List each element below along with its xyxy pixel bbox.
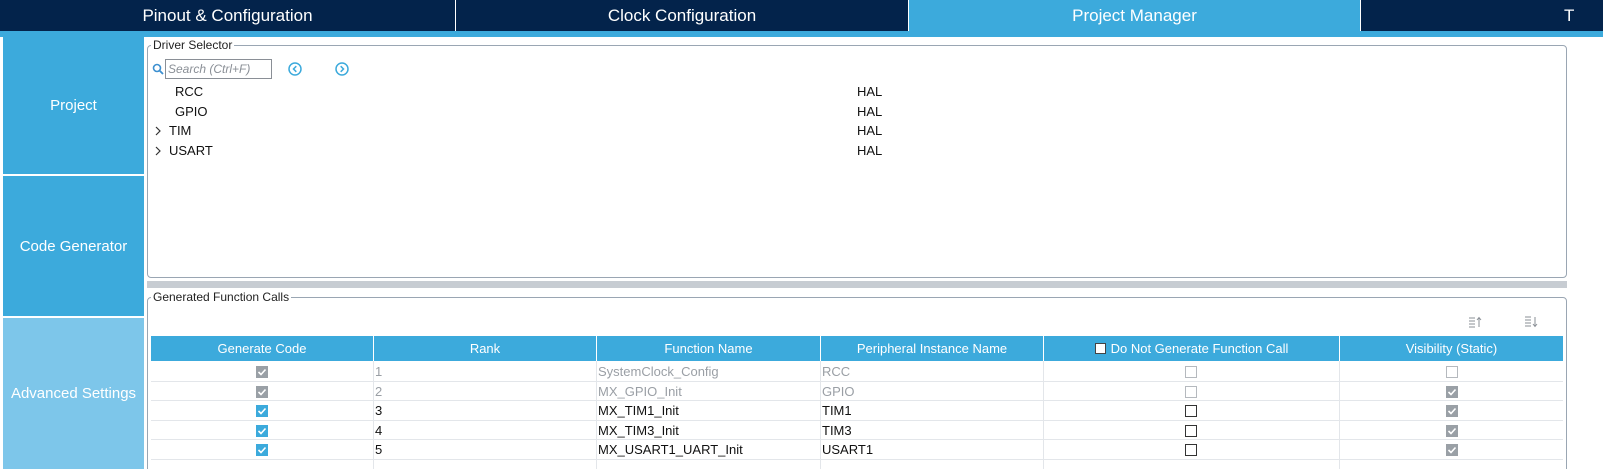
generated-function-calls-title: Generated Function Calls [151, 290, 292, 304]
visibility-static-checkbox[interactable] [1446, 444, 1458, 457]
driver-type-value[interactable]: HAL [857, 122, 882, 140]
sidebar-item-advanced-settings[interactable]: Advanced Settings [3, 318, 144, 469]
column-divider [1043, 361, 1044, 469]
move-down-icon[interactable] [1524, 316, 1538, 328]
generate-code-checkbox[interactable] [256, 366, 268, 378]
tab-project-manager[interactable]: Project Manager [909, 0, 1360, 31]
do-not-generate-checkbox[interactable] [1185, 444, 1197, 457]
driver-name: TIM [169, 123, 192, 138]
header-label: Peripheral Instance Name [856, 341, 1008, 356]
header-label: Function Name [664, 341, 753, 356]
rank-cell[interactable]: 1 [375, 362, 382, 381]
column-divider [596, 361, 597, 469]
header-peripheral-instance-name[interactable]: Peripheral Instance Name [821, 336, 1043, 361]
instance-name-cell: USART1 [822, 442, 874, 458]
top-tab-bar: Pinout & Configuration Clock Configurati… [0, 0, 1603, 31]
function-name-cell: MX_GPIO_Init [598, 383, 682, 399]
visibility-static-checkbox[interactable] [1446, 366, 1458, 378]
generate-code-checkbox[interactable] [256, 444, 268, 457]
header-visibility-static[interactable]: Visibility (Static) [1340, 336, 1563, 361]
sidebar-item-code-generator[interactable]: Code Generator [3, 176, 144, 316]
driver-row[interactable]: GPIO HAL [0, 103, 1560, 121]
active-tab-strip [0, 31, 1603, 37]
header-label: Visibility (Static) [1405, 341, 1498, 356]
function-name-cell: MX_USART1_UART_Init [598, 442, 743, 458]
panel-splitter[interactable] [147, 281, 1567, 288]
chevron-right-icon[interactable] [153, 126, 163, 136]
driver-name: GPIO [175, 104, 208, 119]
tab-tools-label: T [1564, 6, 1575, 25]
function-name-cell: MX_TIM3_Init [598, 422, 679, 438]
project-manager-window: Pinout & Configuration Clock Configurati… [0, 0, 1603, 469]
driver-name: RCC [175, 84, 204, 99]
function-name-cell: MX_TIM1_Init [598, 403, 679, 419]
tab-clock-configuration[interactable]: Clock Configuration [456, 0, 908, 31]
column-divider [1339, 361, 1340, 469]
row-divider [151, 381, 1563, 382]
generate-code-checkbox[interactable] [256, 385, 268, 398]
instance-name-cell: RCC [822, 364, 851, 379]
sidebar: Project Code Generator Advanced Settings [0, 37, 146, 469]
generate-code-checkbox[interactable] [256, 424, 268, 437]
function-name-cell: SystemClock_Config [598, 364, 719, 379]
instance-name-cell: TIM3 [822, 422, 852, 438]
instance-name-cell: TIM1 [822, 403, 852, 419]
generate-code-checkbox[interactable] [256, 405, 268, 418]
tab-tools-partial[interactable]: T [1361, 0, 1603, 31]
header-generate-code[interactable]: Generate Code [151, 336, 373, 361]
do-not-generate-checkbox[interactable] [1185, 366, 1197, 378]
visibility-static-checkbox[interactable] [1446, 405, 1458, 418]
do-not-generate-checkbox[interactable] [1185, 405, 1197, 418]
driver-name: USART [169, 143, 213, 158]
chevron-right-icon[interactable] [153, 146, 163, 156]
header-label: Do Not Generate Function Call [1110, 341, 1289, 356]
visibility-static-checkbox[interactable] [1446, 385, 1458, 398]
driver-type-value[interactable]: HAL [857, 103, 882, 121]
driver-row[interactable]: USART HAL [0, 142, 1560, 160]
row-divider [151, 420, 1563, 421]
header-label: Rank [469, 341, 501, 356]
do-not-generate-all-checkbox[interactable] [1094, 343, 1106, 354]
driver-row[interactable]: RCC HAL [0, 83, 1560, 101]
header-label: Generate Code [217, 341, 307, 356]
sidebar-item-label: Code Generator [19, 237, 128, 255]
rank-cell[interactable]: 5 [375, 440, 382, 459]
rank-cell[interactable]: 2 [375, 382, 382, 401]
header-function-name[interactable]: Function Name [597, 336, 820, 361]
visibility-static-checkbox[interactable] [1446, 424, 1458, 437]
header-do-not-generate[interactable]: Do Not Generate Function Call [1044, 336, 1339, 361]
driver-type-value[interactable]: HAL [857, 83, 882, 101]
sidebar-item-label: Advanced Settings [10, 385, 137, 402]
rank-cell[interactable]: 3 [375, 401, 382, 420]
column-divider [820, 361, 821, 469]
rank-cell[interactable]: 4 [375, 421, 382, 440]
instance-name-cell: GPIO [822, 383, 855, 399]
driver-selector-panel [147, 45, 1567, 278]
move-up-icon[interactable] [1468, 316, 1482, 328]
column-divider [373, 361, 374, 469]
driver-row[interactable]: TIM HAL [0, 122, 1560, 140]
search-icon [152, 63, 164, 75]
next-match-icon[interactable] [334, 61, 350, 77]
do-not-generate-checkbox[interactable] [1185, 385, 1197, 398]
do-not-generate-checkbox[interactable] [1185, 424, 1197, 437]
row-divider [151, 459, 1563, 460]
header-rank[interactable]: Rank [374, 336, 596, 361]
tab-pinout-configuration[interactable]: Pinout & Configuration [0, 0, 455, 31]
driver-search-input[interactable] [165, 59, 272, 79]
driver-selector-title: Driver Selector [151, 38, 235, 52]
row-divider [151, 400, 1563, 401]
previous-match-icon[interactable] [287, 61, 303, 77]
driver-type-value[interactable]: HAL [857, 142, 882, 160]
